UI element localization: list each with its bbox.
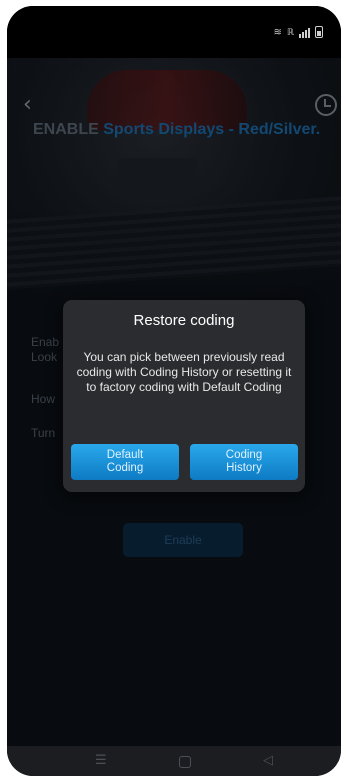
restore-coding-dialog: Restore coding You can pick between prev… [63,300,305,492]
network-type-label: ℝ [286,28,294,38]
phone-frame: ≋ ℝ ‹ ENABLE Sports Displays - Red/Silve… [7,6,341,776]
app-screen: ‹ ENABLE Sports Displays - Red/Silver. E… [7,58,341,746]
wifi-icon: ≋ [273,27,282,38]
status-bar: ≋ ℝ [7,6,341,58]
back-triangle-icon[interactable]: ◁ [263,753,273,768]
default-coding-label-1: Default [106,449,144,461]
coding-history-label-2: History [226,462,262,474]
coding-history-button[interactable]: Coding History [190,444,298,480]
menu-icon[interactable]: ☰ [95,753,107,768]
battery-icon [315,26,323,38]
home-icon[interactable] [179,756,191,768]
signal-bars-icon [299,28,310,38]
default-coding-button[interactable]: Default Coding [71,444,179,480]
dialog-message: You can pick between previously read cod… [76,350,292,394]
dialog-title: Restore coding [133,312,235,329]
status-icons: ≋ ℝ [273,26,323,38]
coding-history-label-1: Coding [225,449,263,461]
system-nav-bar: ☰ ◁ [7,746,341,776]
default-coding-label-2: Coding [106,462,144,474]
